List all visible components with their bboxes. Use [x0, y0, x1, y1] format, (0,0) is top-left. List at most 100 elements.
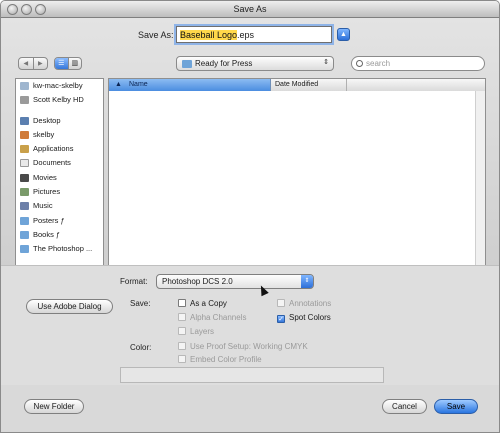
annotations-checkbox[interactable]: Annotations: [277, 299, 331, 308]
checkbox-box: [178, 313, 186, 321]
sidebar-item-computer[interactable]: kw-mac-skelby: [16, 79, 103, 93]
search-icon: [356, 60, 363, 67]
use-proof-setup-checkbox[interactable]: Use Proof Setup: Working CMYK: [178, 342, 308, 351]
new-folder-button[interactable]: New Folder: [24, 399, 84, 414]
sidebar-item-documents[interactable]: Documents: [16, 156, 103, 170]
spot-colors-checkbox[interactable]: ✓ Spot Colors: [277, 313, 331, 323]
search-placeholder: search: [366, 59, 391, 68]
file-list[interactable]: ▲ Name Date Modified: [108, 78, 486, 273]
sidebar-item-desktop[interactable]: Desktop: [16, 114, 103, 128]
sidebar-item-movies[interactable]: Movies: [16, 171, 103, 185]
checkbox-box: [178, 299, 186, 307]
sidebar-item-label: Scott Kelby HD: [33, 95, 84, 105]
checkbox-label: Use Proof Setup: Working CMYK: [190, 342, 308, 351]
folder-icon: [20, 216, 29, 225]
save-as-dialog: Save As Save As: Baseball Logo.eps ▲ ◀ ▶…: [0, 0, 500, 433]
sidebar-item-label: Books ƒ: [33, 229, 61, 239]
cancel-button[interactable]: Cancel: [382, 399, 427, 414]
filename-selection: Baseball Logo: [180, 30, 238, 40]
sidebar-item-label: skelby: [33, 129, 55, 139]
sidebar-item-label: Applications: [33, 144, 74, 154]
search-field[interactable]: search: [351, 56, 485, 71]
sidebar-item-label: Posters ƒ: [33, 215, 65, 225]
updown-arrows-icon: ⇕: [301, 275, 313, 288]
checkmark-icon: ✓: [277, 315, 285, 323]
sort-ascending-icon: ▲: [115, 81, 122, 88]
sidebar-item-label: Movies: [33, 172, 57, 182]
home-icon: [20, 130, 29, 139]
chevron-up-icon: ▲: [340, 31, 347, 38]
column-header-filler: [347, 79, 485, 91]
column-header-label: Date Modified: [275, 81, 319, 88]
back-button[interactable]: ◀: [19, 58, 33, 69]
sidebar-item-books[interactable]: Books ƒ: [16, 228, 103, 242]
sidebar-item-harddisk[interactable]: Scott Kelby HD: [16, 93, 103, 107]
checkbox-box: [178, 327, 186, 335]
checkbox-label: Layers: [190, 327, 215, 336]
sidebar-item-applications[interactable]: Applications: [16, 142, 103, 156]
sidebar-item-label: Pictures: [33, 187, 61, 197]
column-header-name[interactable]: ▲ Name: [109, 79, 271, 91]
column-header-label: Name: [129, 81, 148, 88]
window-title: Save As: [233, 4, 267, 14]
sidebar-item-label: Documents: [33, 158, 71, 168]
forward-button[interactable]: ▶: [32, 58, 48, 69]
checkbox-box: [178, 342, 186, 350]
sidebar-item-posters[interactable]: Posters ƒ: [16, 214, 103, 228]
color-label: Color:: [130, 343, 152, 352]
computer-icon: [20, 82, 29, 90]
location-value: Ready for Press: [195, 59, 253, 68]
applications-icon: [20, 145, 29, 154]
checkbox-label: As a Copy: [190, 299, 227, 308]
layers-checkbox[interactable]: Layers: [178, 327, 214, 336]
use-adobe-dialog-button[interactable]: Use Adobe Dialog: [26, 299, 113, 314]
location-popup[interactable]: Ready for Press ⇕: [176, 56, 334, 71]
movies-icon: [20, 173, 29, 182]
folder-icon: [20, 245, 29, 254]
sidebar-item-pictures[interactable]: Pictures: [16, 185, 103, 199]
format-popup[interactable]: Photoshop DCS 2.0 ⇕: [156, 274, 314, 289]
documents-icon: [20, 159, 29, 168]
save-label: Save:: [130, 299, 151, 308]
sidebar: kw-mac-skelby Scott Kelby HD Desktop ske…: [15, 78, 104, 273]
filename-field[interactable]: Baseball Logo.eps: [176, 26, 332, 43]
button-bar: New Folder Cancel Save: [1, 385, 499, 432]
checkbox-box: [277, 299, 285, 307]
file-browser-area: Save As: Baseball Logo.eps ▲ ◀ ▶ ☰ ▥ Rea…: [1, 18, 499, 273]
format-value: Photoshop DCS 2.0: [162, 277, 233, 286]
filename-extension: .eps: [237, 30, 255, 40]
as-a-copy-checkbox[interactable]: As a Copy: [178, 299, 227, 308]
music-icon: [20, 202, 29, 211]
history-buttons: ◀ ▶: [18, 57, 48, 70]
sidebar-item-music[interactable]: Music: [16, 199, 103, 213]
embed-color-profile-checkbox[interactable]: Embed Color Profile: [178, 355, 262, 364]
checkbox-label: Embed Color Profile: [190, 355, 262, 364]
checkbox-label: Spot Colors: [289, 313, 331, 322]
folder-icon: [182, 60, 192, 68]
updown-arrows-icon: ⇕: [323, 59, 329, 66]
sidebar-item-label: Desktop: [33, 115, 61, 125]
title-bar: Save As: [1, 1, 499, 18]
sidebar-item-label: Music: [33, 201, 53, 211]
list-view-icon[interactable]: ☰: [55, 58, 68, 69]
collapse-dialog-button[interactable]: ▲: [337, 28, 350, 41]
view-mode-buttons: ☰ ▥: [54, 57, 82, 70]
column-view-icon[interactable]: ▥: [67, 58, 82, 69]
sidebar-item-label: kw-mac-skelby: [33, 81, 83, 90]
alpha-channels-checkbox[interactable]: Alpha Channels: [178, 313, 246, 322]
sidebar-item-skelby[interactable]: skelby: [16, 128, 103, 142]
warning-area: [120, 367, 384, 383]
sidebar-item-label: The Photoshop ...: [33, 244, 93, 254]
format-label: Format:: [120, 277, 148, 286]
pictures-icon: [20, 188, 29, 197]
save-options-panel: Format: Photoshop DCS 2.0 ⇕ Use Adobe Di…: [1, 265, 499, 385]
vertical-scrollbar[interactable]: [475, 91, 485, 272]
folder-icon: [20, 230, 29, 239]
desktop-icon: [20, 116, 29, 125]
save-button[interactable]: Save: [434, 399, 478, 414]
checkbox-label: Alpha Channels: [190, 313, 247, 322]
sidebar-item-photoshop[interactable]: The Photoshop ...: [16, 242, 103, 256]
column-header-date-modified[interactable]: Date Modified: [271, 79, 347, 91]
checkbox-label: Annotations: [289, 299, 332, 308]
harddisk-icon: [20, 96, 29, 105]
